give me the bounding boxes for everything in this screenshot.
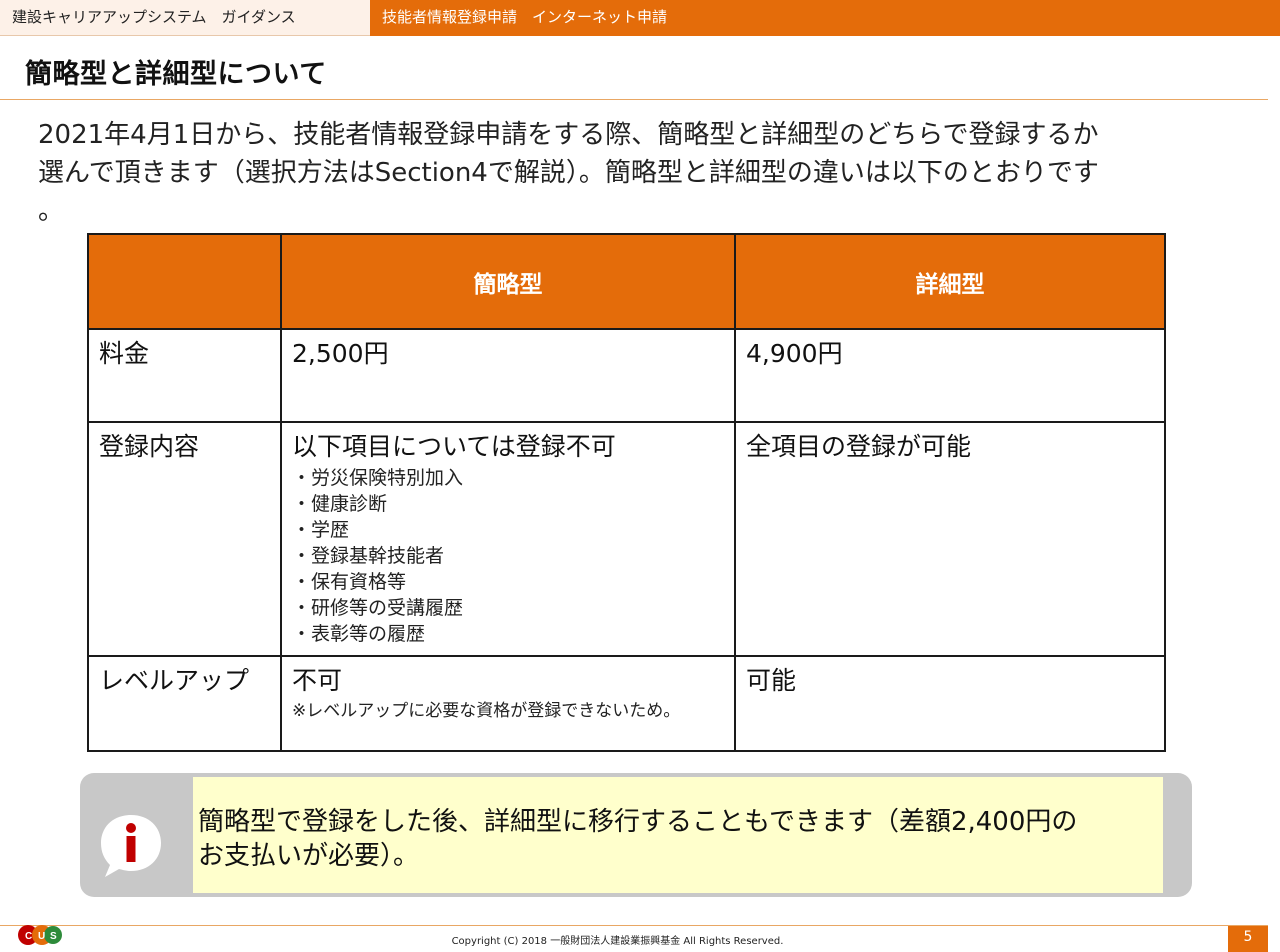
cell-fee-simple: 2,500円 xyxy=(280,328,736,423)
list-item: ・労災保険特別加入 xyxy=(292,467,464,489)
info-line-2: お支払いが必要）。 xyxy=(198,841,420,871)
header-cell-simple: 簡略型 xyxy=(280,233,736,330)
list-item: ・健康診断 xyxy=(292,493,388,515)
unregistrable-items-list: ・労災保険特別加入 ・健康診断 ・学歴 ・登録基幹技能者 ・保有資格等 ・研修等… xyxy=(292,465,724,647)
header-right-title: 技能者情報登録申請 インターネット申請 xyxy=(370,0,1280,36)
intro-line-2: 選んで頂きます（選択方法はSection4で解説）。簡略型と詳細型の違いは以下の… xyxy=(38,158,1099,188)
header-cell-empty xyxy=(87,233,282,330)
row-label-fee: 料金 xyxy=(87,328,282,423)
levelup-simple-note: ※レベルアップに必要な資格が登録できないため。 xyxy=(292,701,681,721)
page-number: 5 xyxy=(1228,926,1268,952)
content-simple-heading: 以下項目については登録不可 xyxy=(292,432,616,461)
info-text: 簡略型で登録をした後、詳細型に移行することもできます（差額2,400円の お支払… xyxy=(193,777,1163,893)
comparison-table: 簡略型 詳細型 料金 2,500円 4,900円 登録内容 以下項目については登… xyxy=(87,233,1166,752)
row-label-content: 登録内容 xyxy=(87,421,282,657)
header-left-title: 建設キャリアアップシステム ガイダンス xyxy=(0,0,370,36)
cell-content-simple: 以下項目については登録不可 ・労災保険特別加入 ・健康診断 ・学歴 ・登録基幹技… xyxy=(280,421,736,657)
cell-content-detailed: 全項目の登録が可能 xyxy=(734,421,1166,657)
header-cell-detailed: 詳細型 xyxy=(734,233,1166,330)
cell-levelup-simple: 不可 ※レベルアップに必要な資格が登録できないため。 xyxy=(280,655,736,752)
table-row: レベルアップ 不可 ※レベルアップに必要な資格が登録できないため。 可能 xyxy=(87,655,1166,752)
copyright-text: Copyright (C) 2018 一般財団法人建設業振興基金 All Rig… xyxy=(451,936,784,947)
row-label-levelup: レベルアップ xyxy=(87,655,282,752)
title-divider xyxy=(0,99,1268,100)
list-item: ・表彰等の履歴 xyxy=(292,623,426,645)
footer-divider xyxy=(0,925,1268,926)
intro-line-1: 2021年4月1日から、技能者情報登録申請をする際、簡略型と詳細型のどちらで登録… xyxy=(38,120,1099,150)
page-title: 簡略型と詳細型について xyxy=(25,59,327,90)
list-item: ・保有資格等 xyxy=(292,571,407,593)
info-i-icon xyxy=(101,815,161,877)
table-row: 登録内容 以下項目については登録不可 ・労災保険特別加入 ・健康診断 ・学歴 ・… xyxy=(87,421,1166,657)
table-row: 料金 2,500円 4,900円 xyxy=(87,328,1166,423)
table-header-row: 簡略型 詳細型 xyxy=(87,233,1166,330)
list-item: ・研修等の受講履歴 xyxy=(292,597,464,619)
header-bar: 建設キャリアアップシステム ガイダンス 技能者情報登録申請 インターネット申請 xyxy=(0,0,1280,36)
list-item: ・登録基幹技能者 xyxy=(292,545,445,567)
info-callout: 簡略型で登録をした後、詳細型に移行することもできます（差額2,400円の お支払… xyxy=(80,773,1192,897)
info-line-1: 簡略型で登録をした後、詳細型に移行することもできます（差額2,400円の xyxy=(198,807,1078,837)
intro-paragraph: 2021年4月1日から、技能者情報登録申請をする際、簡略型と詳細型のどちらで登録… xyxy=(38,116,1218,230)
cell-fee-detailed: 4,900円 xyxy=(734,328,1166,423)
list-item: ・学歴 xyxy=(292,519,350,541)
intro-line-3: 。 xyxy=(38,196,65,226)
levelup-simple-value: 不可 xyxy=(292,666,343,695)
cell-levelup-detailed: 可能 xyxy=(734,655,1166,752)
